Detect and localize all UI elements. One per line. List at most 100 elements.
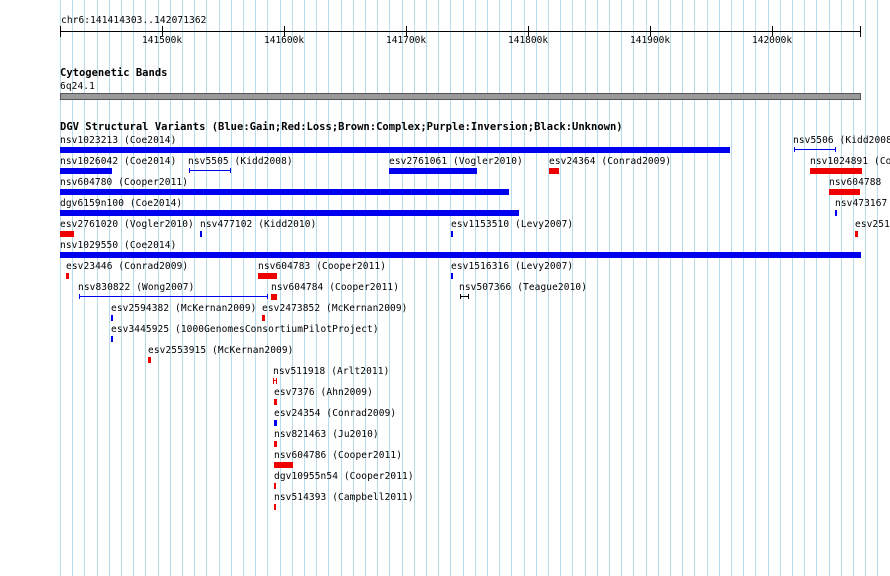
grid-line: [804, 0, 805, 576]
variant-label: nsv1026042 (Coe2014): [60, 156, 177, 167]
variant-label: esv23446 (Conrad2009): [66, 261, 189, 272]
cytoband-ideogram[interactable]: [60, 93, 861, 100]
variant-label: esv24354 (Conrad2009): [274, 408, 397, 419]
variant-gain-bar[interactable]: [60, 189, 509, 195]
variant-label: dgv6159n100 (Coe2014): [60, 198, 183, 209]
variant-label: nsv514393 (Campbell2011): [274, 492, 414, 503]
variant-label: esv3445925 (1000GenomesConsortiumPilotPr…: [111, 324, 379, 335]
variant-loss-bar[interactable]: [274, 504, 276, 510]
variant-label: esv251: [855, 219, 890, 230]
ruler-label: 141900k: [630, 35, 671, 46]
ruler-label: 141600k: [264, 35, 305, 46]
variant-label: nsv511918 (Arlt2011): [273, 366, 390, 377]
ruler-label: 141800k: [508, 35, 549, 46]
ruler-label: 142000k: [752, 35, 793, 46]
ruler-axis: [60, 31, 860, 32]
grid-line: [646, 0, 647, 576]
grid-line: [609, 0, 610, 576]
variant-loss-bar[interactable]: [271, 294, 277, 300]
variant-loss-bar[interactable]: [855, 231, 858, 237]
variant-label: nsv1024891 (Co: [810, 156, 890, 167]
grid-line: [731, 0, 732, 576]
grid-line: [780, 0, 781, 576]
ruler-end-tick: [860, 26, 861, 37]
grid-line: [792, 0, 793, 576]
grid-line: [768, 0, 769, 576]
grid-line: [694, 0, 695, 576]
variant-end-cap: [468, 294, 469, 299]
cytoband-track-title: Cytogenetic Bands: [60, 67, 168, 79]
variant-loss-bar[interactable]: [274, 483, 276, 489]
grid-line: [255, 0, 256, 576]
variant-gain-line[interactable]: [79, 296, 268, 297]
variant-loss-bar[interactable]: [810, 168, 862, 174]
variant-loss-bar[interactable]: [274, 399, 277, 405]
variant-label: nsv1023213 (Coe2014): [60, 135, 177, 146]
dgv-track-title: DGV Structural Variants (Blue:Gain;Red:L…: [60, 121, 623, 133]
variant-loss-bar[interactable]: [276, 378, 277, 384]
ruler-start-tick: [60, 26, 61, 37]
variant-gain-bar[interactable]: [111, 315, 113, 321]
grid-line: [597, 0, 598, 576]
variant-gain-bar[interactable]: [274, 420, 277, 426]
grid-line: [633, 0, 634, 576]
grid-line: [426, 0, 427, 576]
variant-gain-bar[interactable]: [200, 231, 202, 237]
variant-label: esv2761061 (Vogler2010): [389, 156, 523, 167]
grid-line: [719, 0, 720, 576]
variant-gain-line[interactable]: [794, 149, 836, 150]
variant-loss-bar[interactable]: [274, 462, 293, 468]
grid-line: [206, 0, 207, 576]
grid-line: [243, 0, 244, 576]
variant-label: nsv604784 (Cooper2011): [271, 282, 400, 293]
variant-gain-bar[interactable]: [60, 168, 112, 174]
variant-gain-bar[interactable]: [111, 336, 113, 342]
position-label: chr6:141414303..142071362: [61, 15, 207, 26]
grid-line: [682, 0, 683, 576]
variant-end-cap: [79, 294, 80, 299]
variant-loss-bar[interactable]: [273, 378, 274, 384]
grid-line: [231, 0, 232, 576]
variant-label: nsv1029550 (Coe2014): [60, 240, 177, 251]
variant-gain-bar[interactable]: [60, 147, 730, 153]
grid-line: [853, 0, 854, 576]
grid-line: [707, 0, 708, 576]
ruler-label: 141500k: [142, 35, 183, 46]
variant-loss-bar[interactable]: [274, 441, 277, 447]
variant-gain-line[interactable]: [189, 170, 231, 171]
variant-loss-bar[interactable]: [262, 315, 265, 321]
variant-end-cap: [230, 168, 231, 173]
variant-label: esv2473852 (McKernan2009): [262, 303, 408, 314]
variant-loss-bar[interactable]: [549, 168, 559, 174]
grid-line: [402, 0, 403, 576]
variant-label: nsv604783 (Cooper2011): [258, 261, 387, 272]
variant-loss-bar[interactable]: [66, 273, 69, 279]
variant-end-cap: [267, 294, 268, 299]
grid-line: [829, 0, 830, 576]
variant-label: nsv821463 (Ju2010): [274, 429, 379, 440]
variant-gain-bar[interactable]: [451, 273, 453, 279]
variant-label: nsv830822 (Wong2007): [78, 282, 195, 293]
variant-gain-bar[interactable]: [60, 210, 519, 216]
grid-line: [414, 0, 415, 576]
variant-label: nsv507366 (Teague2010): [459, 282, 588, 293]
variant-end-cap: [835, 147, 836, 152]
variant-loss-bar[interactable]: [829, 189, 860, 195]
variant-label: esv24364 (Conrad2009): [549, 156, 672, 167]
ruler-label: 141700k: [386, 35, 427, 46]
variant-label: nsv477102 (Kidd2010): [200, 219, 317, 230]
variant-loss-bar[interactable]: [60, 231, 74, 237]
grid-line: [877, 0, 878, 576]
variant-gain-bar[interactable]: [60, 252, 861, 258]
variant-label: nsv5505 (Kidd2008): [188, 156, 293, 167]
variant-gain-bar[interactable]: [835, 210, 837, 216]
variant-gain-bar[interactable]: [389, 168, 477, 174]
variant-gain-bar[interactable]: [451, 231, 453, 237]
grid-line: [267, 0, 268, 576]
variant-label: esv2553915 (McKernan2009): [148, 345, 294, 356]
grid-line: [219, 0, 220, 576]
variant-loss-bar[interactable]: [148, 357, 151, 363]
variant-loss-bar[interactable]: [258, 273, 277, 279]
grid-line: [621, 0, 622, 576]
variant-label: esv2761020 (Vogler2010): [60, 219, 194, 230]
